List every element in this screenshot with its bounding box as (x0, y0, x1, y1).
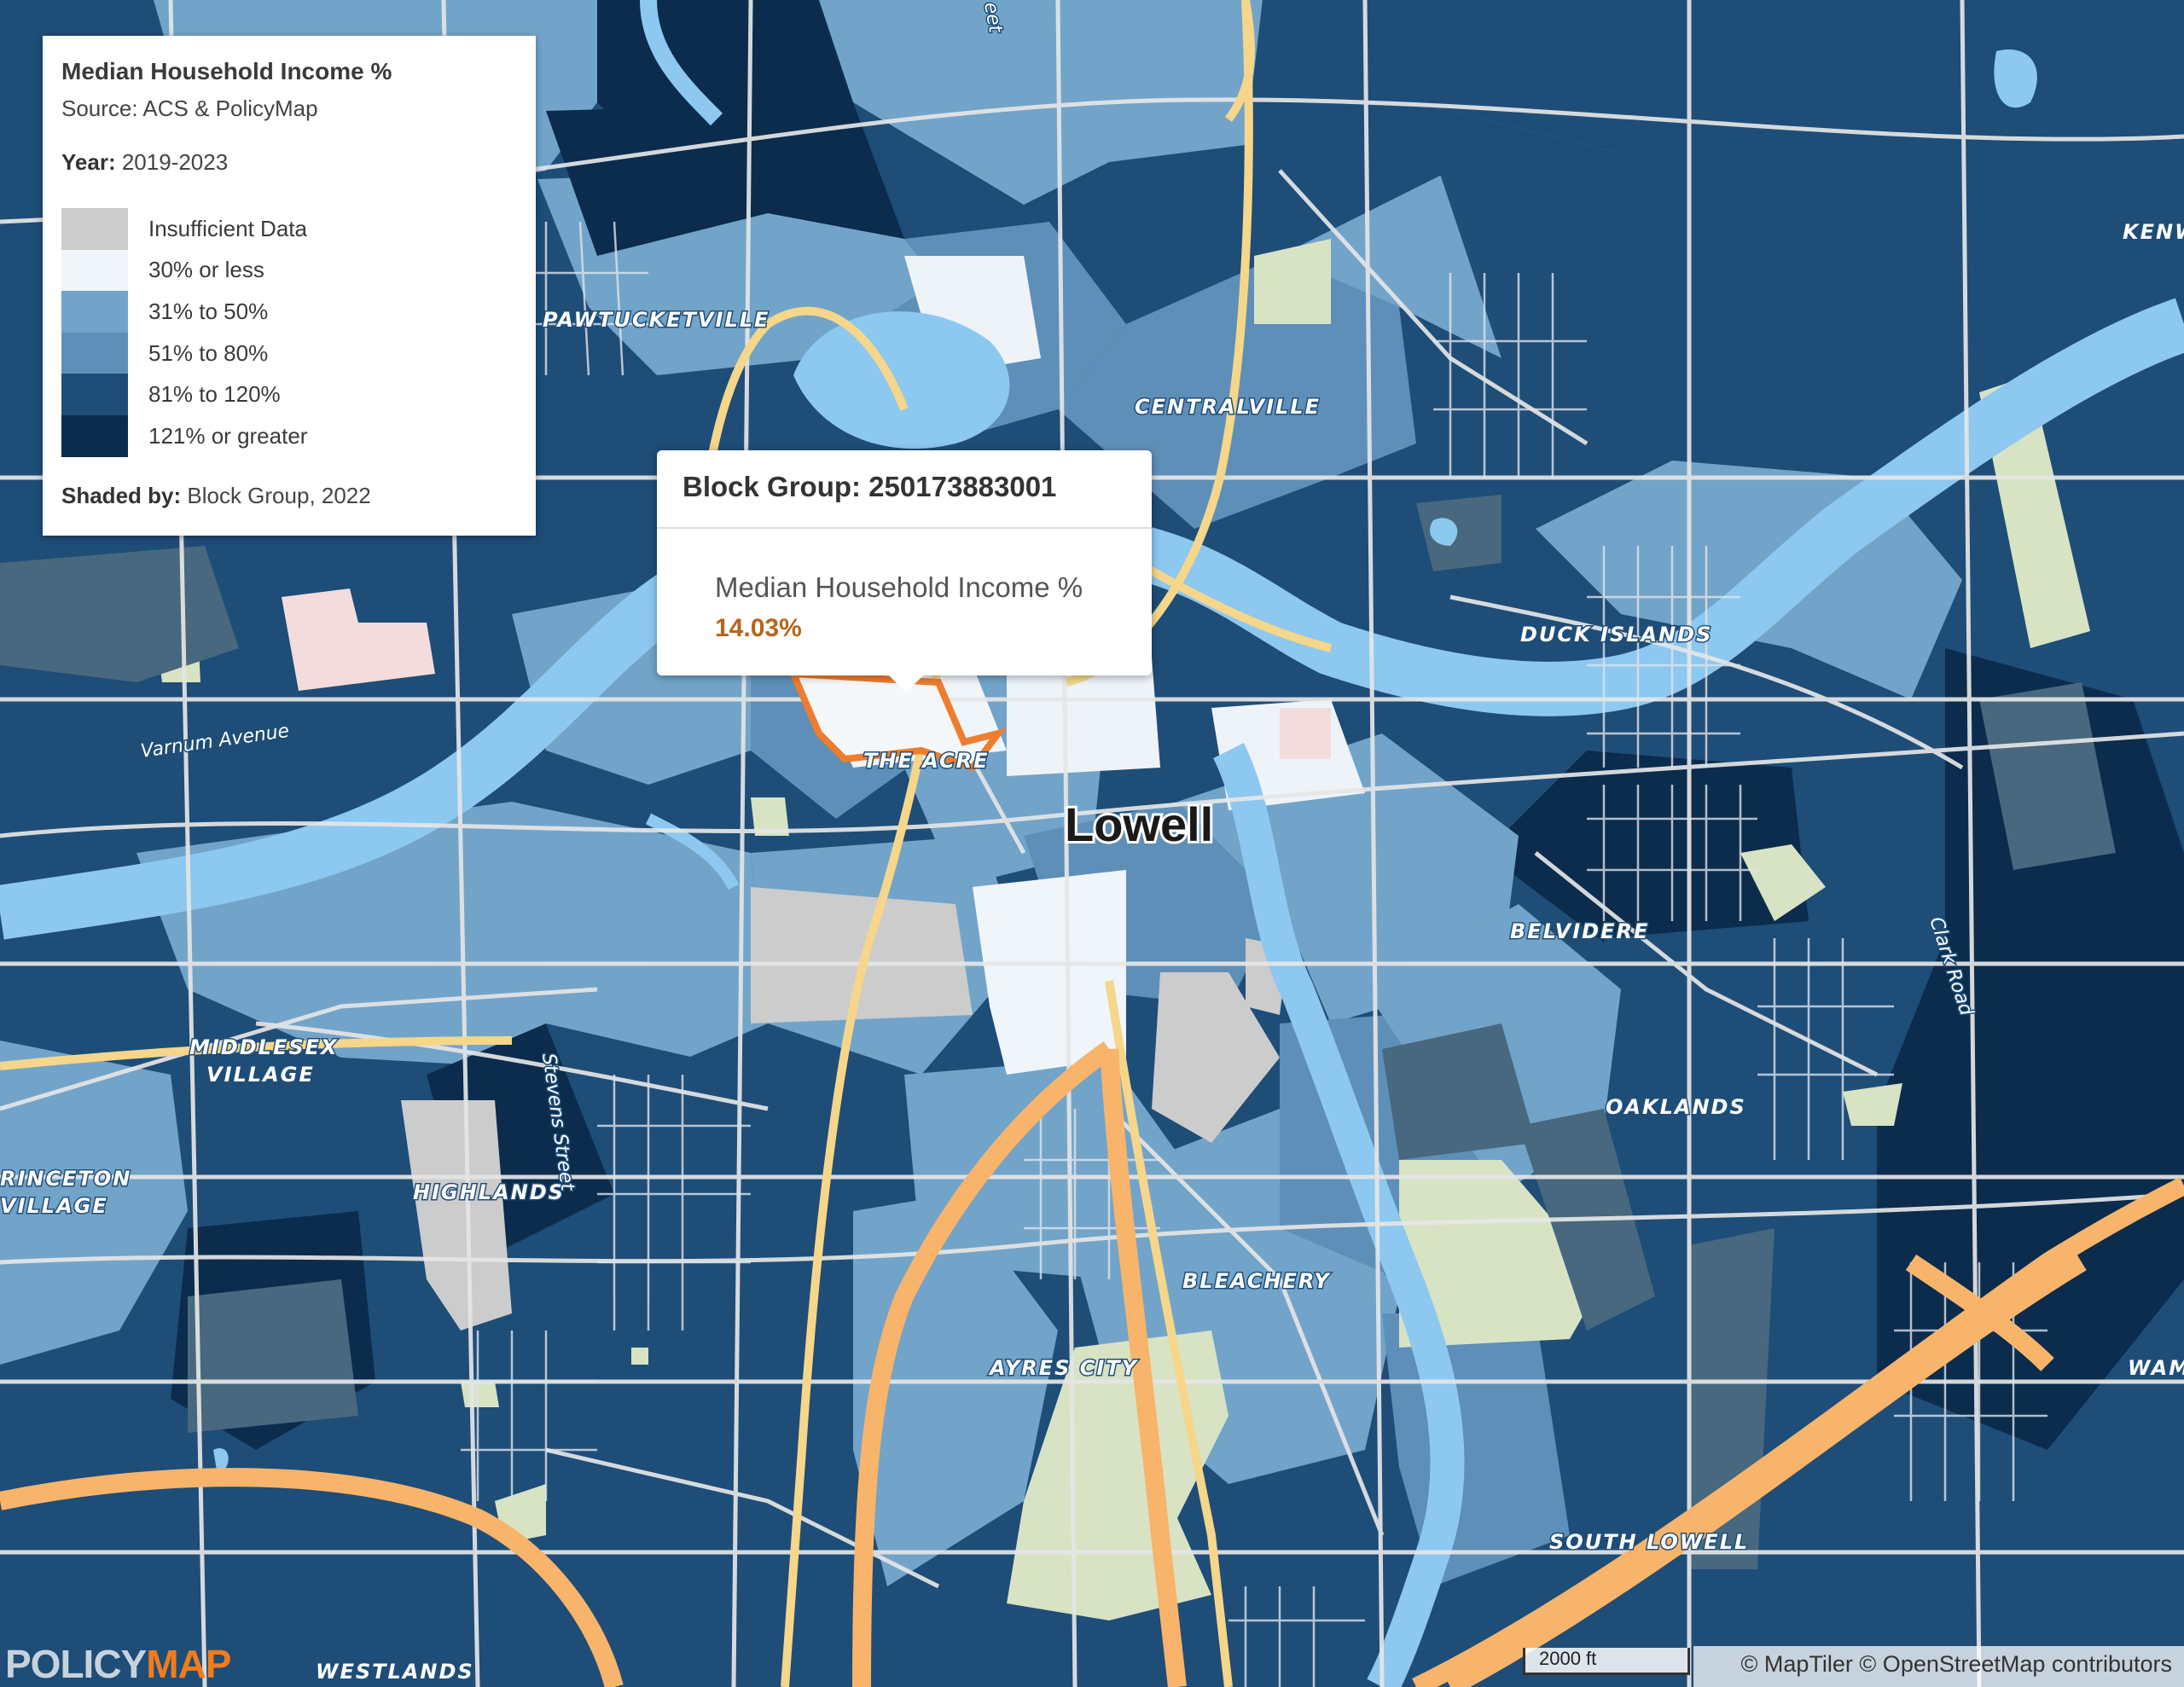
legend-item-30-or-less: 30% or less (61, 249, 517, 292)
legend-item-121-or-greater: 121% or greater (61, 415, 517, 457)
legend-item-label: 121% or greater (148, 422, 308, 449)
legend-item-insufficient: Insufficient Data (61, 208, 517, 250)
place-label-ayres-city: AYRES CITY (988, 1356, 1139, 1380)
logo-text-policy: POLICY (5, 1642, 147, 1686)
legend-swatch (61, 332, 128, 374)
place-label-pawtucketville: PAWTUCKETVILLE (543, 308, 770, 332)
block-group-popup[interactable]: Block Group: 250173883001 Median Househo… (657, 450, 1152, 693)
logo-text-map: MAP (146, 1642, 231, 1686)
legend-item-label: 31% to 50% (148, 298, 269, 324)
legend-panel: Median Household Income % Source: ACS & … (43, 36, 536, 536)
popup-metric-label: Median Household Income % (715, 571, 1083, 603)
place-label-centralville: CENTRALVILLE (1135, 395, 1321, 419)
place-label-oaklands: OAKLANDS (1606, 1095, 1746, 1119)
scale-bar: 2000 ft (1523, 1648, 1690, 1675)
legend-year-label: Year: (61, 149, 116, 175)
legend-year-value: 2019-2023 (121, 149, 229, 175)
popup-body: Median Household Income % 14.03% (657, 529, 1152, 643)
place-label-bleachery: BLEACHERY (1182, 1269, 1331, 1293)
place-label-westlands: WESTLANDS (316, 1660, 474, 1684)
legend-item-label: 81% to 120% (148, 381, 281, 408)
scale-bar-label: 2000 ft (1539, 1648, 1597, 1669)
legend-item-label: 51% to 80% (148, 339, 269, 366)
legend-swatch (61, 291, 128, 333)
legend-swatch (61, 249, 128, 292)
place-label-the-acre: THE ACRE (863, 749, 990, 773)
place-label-rinceton: RINCETON (0, 1167, 131, 1191)
place-label-duck-islands: DUCK ISLANDS (1520, 623, 1712, 646)
place-label-kenw: KENW (2123, 220, 2184, 244)
place-label-belvidere: BELVIDERE (1510, 919, 1649, 943)
policymap-logo[interactable]: POLICYMAP (5, 1641, 231, 1687)
place-label-south-lowell: SOUTH LOWELL (1549, 1530, 1749, 1554)
legend-swatch (61, 208, 128, 250)
legend-swatch (61, 415, 128, 457)
place-label-village: VILLAGE (206, 1063, 315, 1087)
city-label-lowell: Lowell (1065, 797, 1213, 851)
popup-pointer (887, 674, 925, 693)
popup-metric-value: 14.03% (715, 614, 802, 642)
legend-item-51-to-80: 51% to 80% (61, 332, 517, 374)
legend-items: Insufficient Data 30% or less 31% to 50%… (61, 208, 517, 457)
legend-year: Year: 2019-2023 (61, 149, 517, 176)
legend-title: Median Household Income % (61, 58, 392, 84)
legend-item-31-to-50: 31% to 50% (61, 291, 517, 333)
map-attribution[interactable]: © MapTiler © OpenStreetMap contributors (1693, 1646, 2184, 1687)
legend-item-81-to-120: 81% to 120% (61, 374, 517, 415)
legend-shaded-by: Shaded by: Block Group, 2022 (61, 483, 517, 509)
attribution-text: © MapTiler © OpenStreetMap contributors (1740, 1651, 2173, 1677)
legend-item-label: Insufficient Data (148, 215, 307, 241)
place-label-wami: WAMI (2128, 1356, 2184, 1380)
place-label-middlesex: MIDDLESEX (189, 1035, 339, 1059)
popup-header: Block Group: 250173883001 (657, 450, 1152, 529)
legend-shaded-label: Shaded by: (61, 482, 182, 508)
legend-item-label: 30% or less (148, 257, 264, 283)
legend-source: Source: ACS & PolicyMap (61, 96, 318, 121)
legend-swatch (61, 374, 128, 415)
place-label-highlands: HIGHLANDS (413, 1180, 565, 1204)
legend-shaded-value: Block Group, 2022 (187, 482, 371, 508)
place-label-village-2: VILLAGE (0, 1194, 108, 1218)
